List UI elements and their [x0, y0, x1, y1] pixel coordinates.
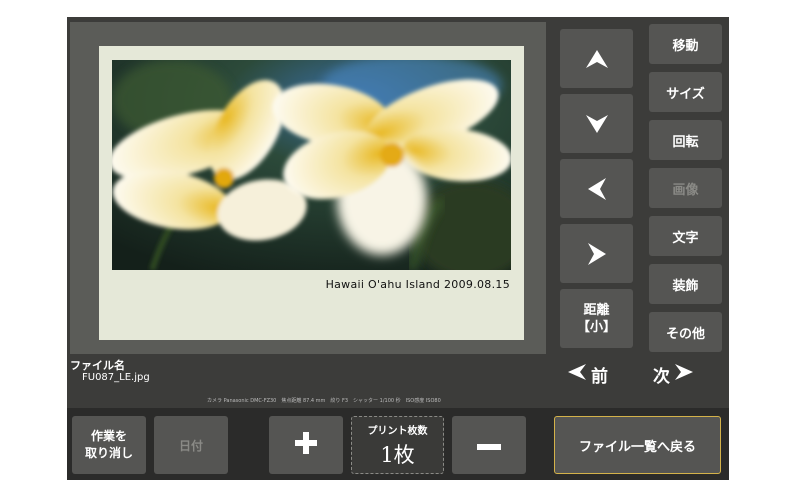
move-menu-button[interactable]: 移動	[649, 24, 722, 64]
plus-icon	[294, 431, 318, 459]
exif-info: カメラ Panasonic DMC-FZ30 焦点距離 87.4 mm 絞り F…	[207, 398, 441, 404]
back-to-file-list-button[interactable]: ファイル一覧へ戻る	[554, 416, 721, 474]
file-info: ファイル名 FU087_LE.jpg	[70, 359, 150, 384]
print-preview-area: Hawaii O'ahu Island 2009.08.15	[70, 22, 546, 354]
move-down-button[interactable]	[560, 94, 633, 153]
decoration-menu-button[interactable]: 装飾	[649, 264, 722, 304]
text-menu-button[interactable]: 文字	[649, 216, 722, 256]
arrow-down-icon	[585, 114, 609, 134]
size-menu-button[interactable]: サイズ	[649, 72, 722, 112]
decrease-count-button[interactable]	[452, 416, 526, 474]
file-name-label: ファイル名	[70, 359, 125, 372]
move-left-button[interactable]	[560, 159, 633, 218]
print-count-label: プリント枚数	[367, 425, 428, 437]
print-count-value: 1枚	[380, 442, 415, 467]
previous-photo-button[interactable]: 前	[567, 361, 608, 387]
photo-caption: Hawaii O'ahu Island 2009.08.15	[325, 278, 510, 291]
move-distance-button[interactable]: 距離 【小】	[560, 289, 633, 348]
print-paper: Hawaii O'ahu Island 2009.08.15	[99, 46, 524, 340]
undo-label-line2: 取り消し	[84, 446, 133, 460]
next-label: 次	[653, 366, 670, 387]
chevron-left-icon	[567, 363, 587, 386]
file-name-value: FU087_LE.jpg	[82, 372, 150, 383]
chevron-right-icon	[674, 363, 694, 386]
move-up-button[interactable]	[560, 29, 633, 88]
arrow-right-icon	[587, 242, 607, 266]
move-right-button[interactable]	[560, 224, 633, 283]
arrow-up-icon	[585, 49, 609, 69]
bottom-toolbar: 作業を 取り消し 日付 プリント枚数 1枚 ファイル一覧へ戻る	[67, 408, 729, 480]
minus-icon	[476, 436, 502, 455]
distance-label: 距離	[583, 302, 610, 318]
photo-image[interactable]	[112, 60, 511, 270]
distance-value: 【小】	[576, 319, 616, 335]
next-photo-button[interactable]: 次	[653, 361, 694, 387]
undo-label-line1: 作業を	[90, 429, 127, 443]
image-menu-button[interactable]: 画像	[649, 168, 722, 208]
rotate-menu-button[interactable]: 回転	[649, 120, 722, 160]
print-count-display: プリント枚数 1枚	[351, 416, 444, 474]
previous-label: 前	[591, 366, 608, 387]
date-button[interactable]: 日付	[154, 416, 228, 474]
undo-button[interactable]: 作業を 取り消し	[72, 416, 146, 474]
other-menu-button[interactable]: その他	[649, 312, 722, 352]
increase-count-button[interactable]	[269, 416, 343, 474]
arrow-left-icon	[587, 177, 607, 201]
photo-edit-app: Hawaii O'ahu Island 2009.08.15 距離 【小】 移動…	[67, 17, 729, 480]
